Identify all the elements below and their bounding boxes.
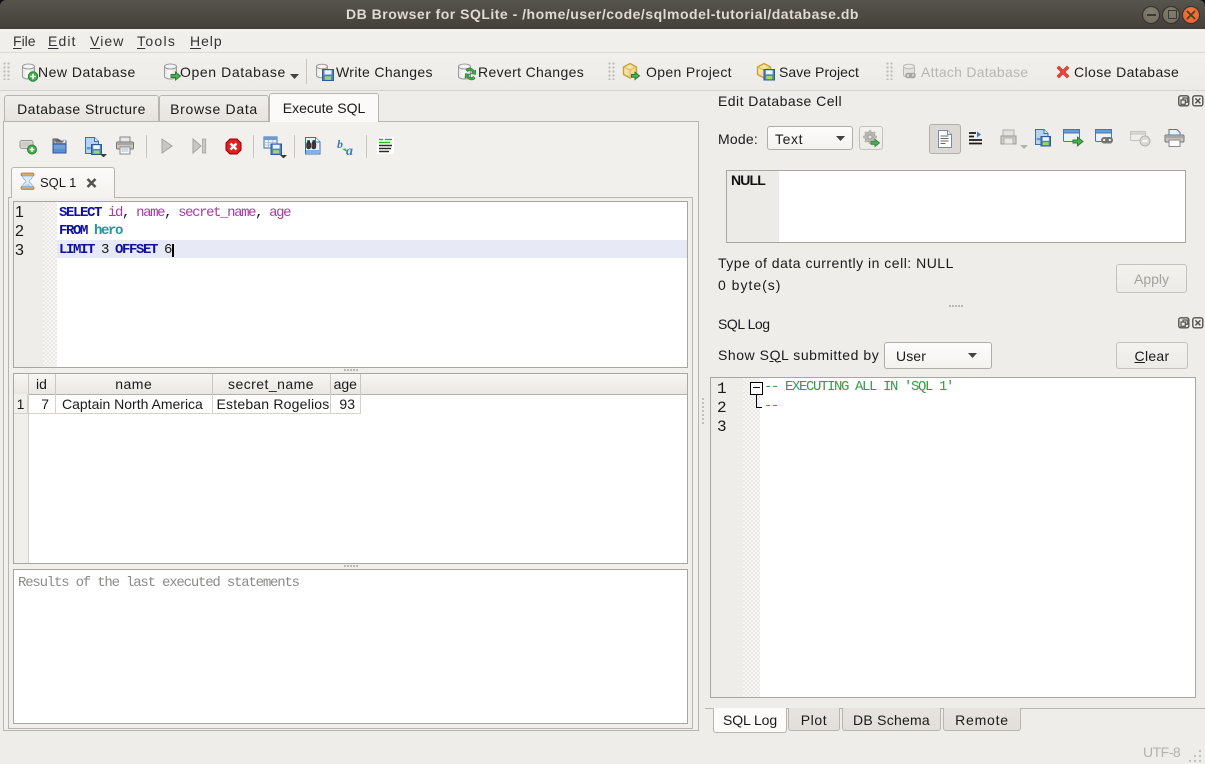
svg-text:b: b: [337, 137, 343, 151]
svg-text:a: a: [346, 144, 353, 157]
